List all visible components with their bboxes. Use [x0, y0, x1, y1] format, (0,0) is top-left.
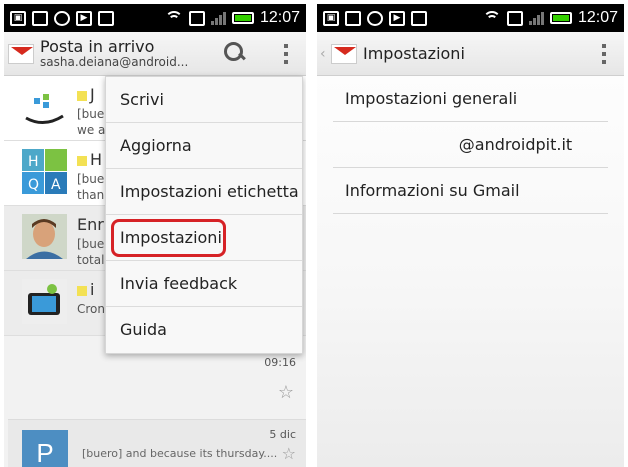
overflow-menu-icon[interactable]	[602, 44, 606, 64]
clock: 12:07	[577, 9, 618, 26]
email-tag: [bue	[77, 171, 105, 186]
vibrate-icon	[188, 10, 205, 26]
action-bar: ‹ Impostazioni	[317, 32, 624, 76]
bag-icon	[98, 10, 114, 26]
svg-text:H: H	[28, 154, 39, 170]
label-tag-icon	[77, 285, 87, 296]
picture-icon: ▣	[10, 10, 26, 26]
wifi-icon	[482, 11, 501, 25]
account-label: sasha.deiana@android...	[40, 54, 189, 69]
bag-icon	[411, 10, 427, 26]
gmail-logo-icon[interactable]	[8, 43, 34, 64]
email-snippet: total	[77, 252, 105, 267]
page-title: Impostazioni	[363, 43, 465, 63]
bag-icon	[32, 10, 48, 26]
svg-text:Q: Q	[28, 177, 39, 193]
overflow-dropdown-menu: Scrivi Aggiorna Impostazioni etichetta I…	[105, 76, 303, 354]
settings-list: Impostazioni generali @androidpit.it Inf…	[317, 76, 624, 214]
back-chevron-icon[interactable]: ‹	[320, 46, 326, 62]
highlight-outline	[111, 219, 226, 257]
letter-avatar: P	[22, 430, 68, 467]
menu-item-guida[interactable]: Guida	[106, 307, 302, 353]
settings-item-account[interactable]: @androidpit.it	[333, 122, 608, 168]
status-bar: ▣ ▶ 12:07	[317, 4, 624, 32]
screen-divider	[309, 0, 314, 467]
settings-item-general[interactable]: Impostazioni generali	[333, 76, 608, 122]
email-tag: [bue	[77, 236, 105, 251]
email-date: 5 dic	[269, 428, 296, 441]
search-icon[interactable]	[224, 42, 246, 64]
overflow-menu-icon[interactable]	[284, 44, 288, 64]
person-photo-avatar	[22, 214, 67, 259]
chrome-icon	[54, 10, 70, 26]
device-avatar	[22, 279, 67, 324]
email-snippet: we a	[77, 122, 106, 137]
page-title[interactable]: Posta in arrivo	[40, 38, 188, 56]
email-time: 09:16	[264, 356, 296, 369]
settings-item-about-gmail[interactable]: Informazioni su Gmail	[333, 168, 608, 214]
hqa-avatar: H Q A	[22, 149, 67, 194]
email-sender: J	[90, 85, 95, 104]
email-sender: Enr	[77, 215, 104, 234]
signal-icon	[210, 11, 226, 25]
menu-item-scrivi[interactable]: Scrivi	[106, 77, 302, 123]
gmail-logo-icon[interactable]	[331, 43, 357, 64]
action-bar: Posta in arrivo sasha.deiana@android...	[4, 32, 306, 76]
clock: 12:07	[259, 9, 300, 26]
battery-icon	[231, 12, 254, 24]
app-logo-avatar	[22, 84, 67, 129]
email-snippet: Cron	[77, 301, 105, 316]
star-icon[interactable]: ☆	[278, 382, 294, 403]
play-store-icon: ▶	[389, 10, 405, 26]
vibrate-icon	[506, 10, 523, 26]
email-sender: H	[90, 150, 103, 169]
svg-text:A: A	[51, 177, 61, 193]
left-screen: ▣ ▶ 12:07 Posta in arrivo sasha.deiana@a…	[4, 4, 306, 467]
email-tag: [bue	[77, 106, 105, 121]
play-store-icon: ▶	[76, 10, 92, 26]
right-screen: ▣ ▶ 12:07 ‹ Impostazioni Impostazioni ge…	[317, 4, 624, 467]
chrome-icon	[367, 10, 383, 26]
wifi-icon	[164, 11, 183, 25]
signal-icon	[528, 11, 544, 25]
email-snippet: than	[77, 187, 105, 202]
email-sender: i	[90, 280, 95, 299]
star-icon[interactable]: ☆	[282, 444, 296, 463]
bag-icon	[345, 10, 361, 26]
label-tag-icon	[77, 155, 87, 166]
menu-item-aggiorna[interactable]: Aggiorna	[106, 123, 302, 169]
label-tag-icon	[77, 90, 87, 101]
menu-item-impostazioni-wrap[interactable]: Impostazioni	[106, 215, 302, 261]
list-item[interactable]: P 5 dic [buero] and because its thursday…	[8, 419, 306, 467]
picture-icon: ▣	[323, 10, 339, 26]
menu-item-impostazioni-etichetta[interactable]: Impostazioni etichetta	[106, 169, 302, 215]
status-bar: ▣ ▶ 12:07	[4, 4, 306, 32]
menu-item-invia-feedback[interactable]: Invia feedback	[106, 261, 302, 307]
battery-icon	[549, 12, 572, 24]
email-snippet: [buero] and because its thursday....	[82, 447, 278, 460]
